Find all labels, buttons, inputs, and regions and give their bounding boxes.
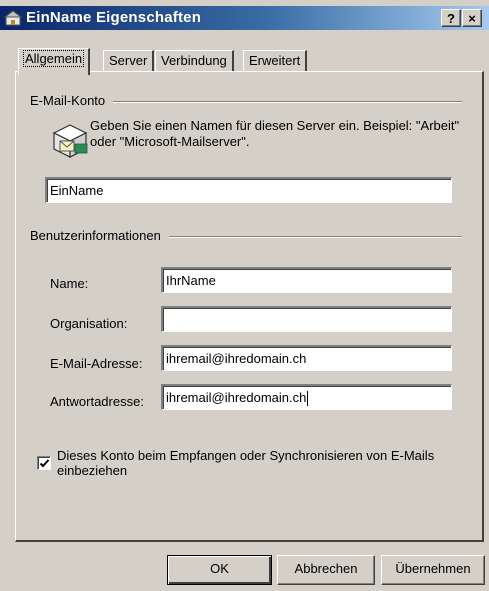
apply-button[interactable]: Übernehmen [381, 555, 485, 585]
account-name-input[interactable]: EinName [45, 177, 452, 203]
name-label: Name: [50, 276, 89, 291]
email-address-input[interactable]: ihremail@ihredomain.ch [161, 345, 452, 371]
reply-address-input[interactable]: ihremail@ihredomain.ch [161, 384, 452, 410]
reply-address-label: Antwortadresse: [50, 394, 144, 409]
name-input[interactable]: IhrName [161, 267, 452, 293]
group-label-user-info: Benutzerinformationen [30, 228, 169, 243]
organization-label: Organisation: [50, 316, 128, 331]
properties-dialog: EinName Eigenschaften ? × Allgemein Serv… [0, 0, 489, 591]
reply-address-value: ihremail@ihredomain.ch [166, 390, 307, 405]
mail-server-icon [52, 124, 88, 158]
include-account-label[interactable]: Dieses Konto beim Empfangen oder Synchro… [57, 448, 457, 478]
checkmark-icon [39, 459, 50, 468]
text-caret [307, 391, 309, 407]
cancel-button[interactable]: Abbrechen [277, 555, 375, 585]
group-label-email-account: E-Mail-Konto [30, 93, 114, 108]
organization-input[interactable] [161, 306, 452, 332]
account-description: Geben Sie einen Namen für diesen Server … [90, 118, 460, 149]
ok-button[interactable]: OK [167, 555, 272, 585]
include-account-checkbox[interactable] [37, 456, 51, 470]
email-address-label: E-Mail-Adresse: [50, 356, 143, 371]
